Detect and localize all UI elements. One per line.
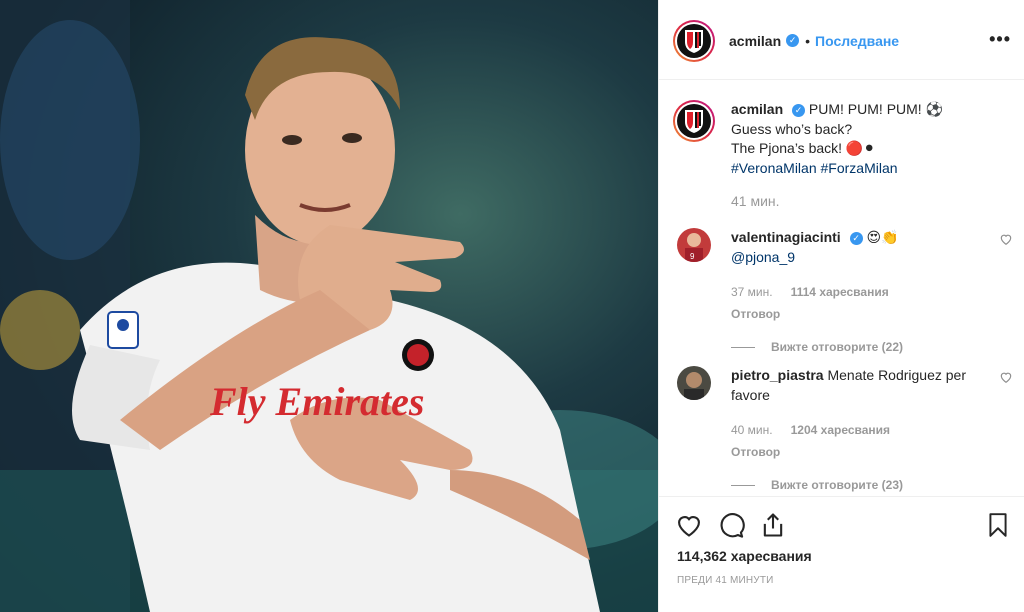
share-icon[interactable] (759, 511, 787, 539)
post-timestamp: ПРЕДИ 41 МИНУТИ (677, 575, 774, 586)
commenter-avatar[interactable] (677, 366, 711, 400)
comment-text: 😍👏 (866, 229, 899, 245)
milan-crest-icon (685, 29, 703, 53)
caption-username[interactable]: acmilan (731, 101, 783, 117)
verified-badge-icon: ✓ (792, 103, 806, 117)
commenter-avatar[interactable]: 9 (677, 228, 711, 262)
jersey-sponsor-text: Fly Emirates (209, 379, 424, 424)
caption-text: acmilan ✓ PUM! PUM! PUM! ⚽ Guess who’s b… (731, 100, 991, 212)
comment-time: 37 мин. (731, 285, 773, 299)
replies-divider (731, 485, 755, 487)
account-avatar[interactable] (673, 19, 715, 62)
comment-body: valentinagiacinti ✓ 😍👏 @pjona_9 37 мин. … (731, 228, 971, 358)
comment-meta: 40 мин. 1204 харесвания (731, 421, 971, 441)
caption-avatar[interactable] (673, 100, 715, 142)
caption-line-2: Guess who’s back? (731, 120, 853, 137)
bookmark-icon[interactable] (985, 511, 1011, 539)
svg-text:9: 9 (690, 252, 695, 261)
comment-meta: 37 мин. 1114 харесвания (731, 283, 971, 303)
comment-like-heart-icon[interactable] (999, 232, 1013, 246)
caption-line-1: PUM! PUM! PUM! ⚽ (808, 101, 944, 117)
more-options-icon[interactable]: ••• (989, 29, 1011, 50)
comment-likes[interactable]: 1114 харесвания (791, 283, 889, 303)
comment-item: 9 valentinagiacinti ✓ 😍👏 @pjona_9 37 мин… (673, 228, 1013, 358)
post-header: acmilan ✓ • Последване ••• (659, 2, 1024, 80)
caption-hashtags[interactable]: #VeronaMilan #ForzaMilan (731, 159, 991, 179)
view-replies-button[interactable]: Вижте отговорите (22) (731, 338, 971, 358)
reply-button[interactable]: Отговор (731, 305, 971, 325)
verified-badge-icon: ✓ (786, 34, 800, 47)
verified-badge-icon: ✓ (849, 231, 863, 245)
comment-username[interactable]: pietro_piastra (731, 367, 824, 383)
comment-item: pietro_piastra Menate Rodriguez per favo… (673, 366, 1013, 496)
header-separator: • (805, 32, 811, 49)
heart-icon[interactable] (675, 511, 703, 539)
follow-button[interactable]: Последване (815, 33, 899, 49)
post-side-panel: acmilan ✓ • Последване ••• acmilan ✓ PUM… (658, 0, 1024, 612)
milan-crest-icon (685, 110, 703, 133)
player-illustration: Fly Emirates (0, 0, 658, 612)
view-replies-label: Вижте отговорите (22) (771, 340, 903, 354)
header-username[interactable]: acmilan (729, 33, 781, 49)
comment-time: 40 мин. (731, 423, 773, 437)
comment-mention[interactable]: @pjona_9 (731, 248, 971, 268)
view-replies-label: Вижте отговорите (23) (771, 478, 903, 492)
comment-icon[interactable] (717, 511, 745, 539)
caption-time: 41 мин. (731, 193, 780, 209)
view-replies-button[interactable]: Вижте отговорите (23) (731, 476, 971, 496)
caption-line-3: The Pjona’s back! 🔴⚫ (731, 140, 876, 156)
comment-like-heart-icon[interactable] (999, 370, 1013, 384)
post-likes-count[interactable]: 114,362 харесвания (677, 548, 812, 564)
comment-username[interactable]: valentinagiacinti (731, 229, 841, 245)
post-actions: 114,362 харесвания ПРЕДИ 41 МИНУТИ (659, 496, 1024, 612)
post-photo[interactable]: Fly Emirates (0, 0, 658, 612)
post-caption: acmilan ✓ PUM! PUM! PUM! ⚽ Guess who’s b… (673, 100, 991, 212)
comments-section: acmilan ✓ PUM! PUM! PUM! ⚽ Guess who’s b… (659, 80, 1024, 496)
reply-button[interactable]: Отговор (731, 443, 971, 463)
comment-body: pietro_piastra Menate Rodriguez per favo… (731, 366, 971, 496)
comment-likes[interactable]: 1204 харесвания (791, 421, 890, 441)
replies-divider (731, 347, 755, 349)
action-icons-row (675, 511, 787, 539)
